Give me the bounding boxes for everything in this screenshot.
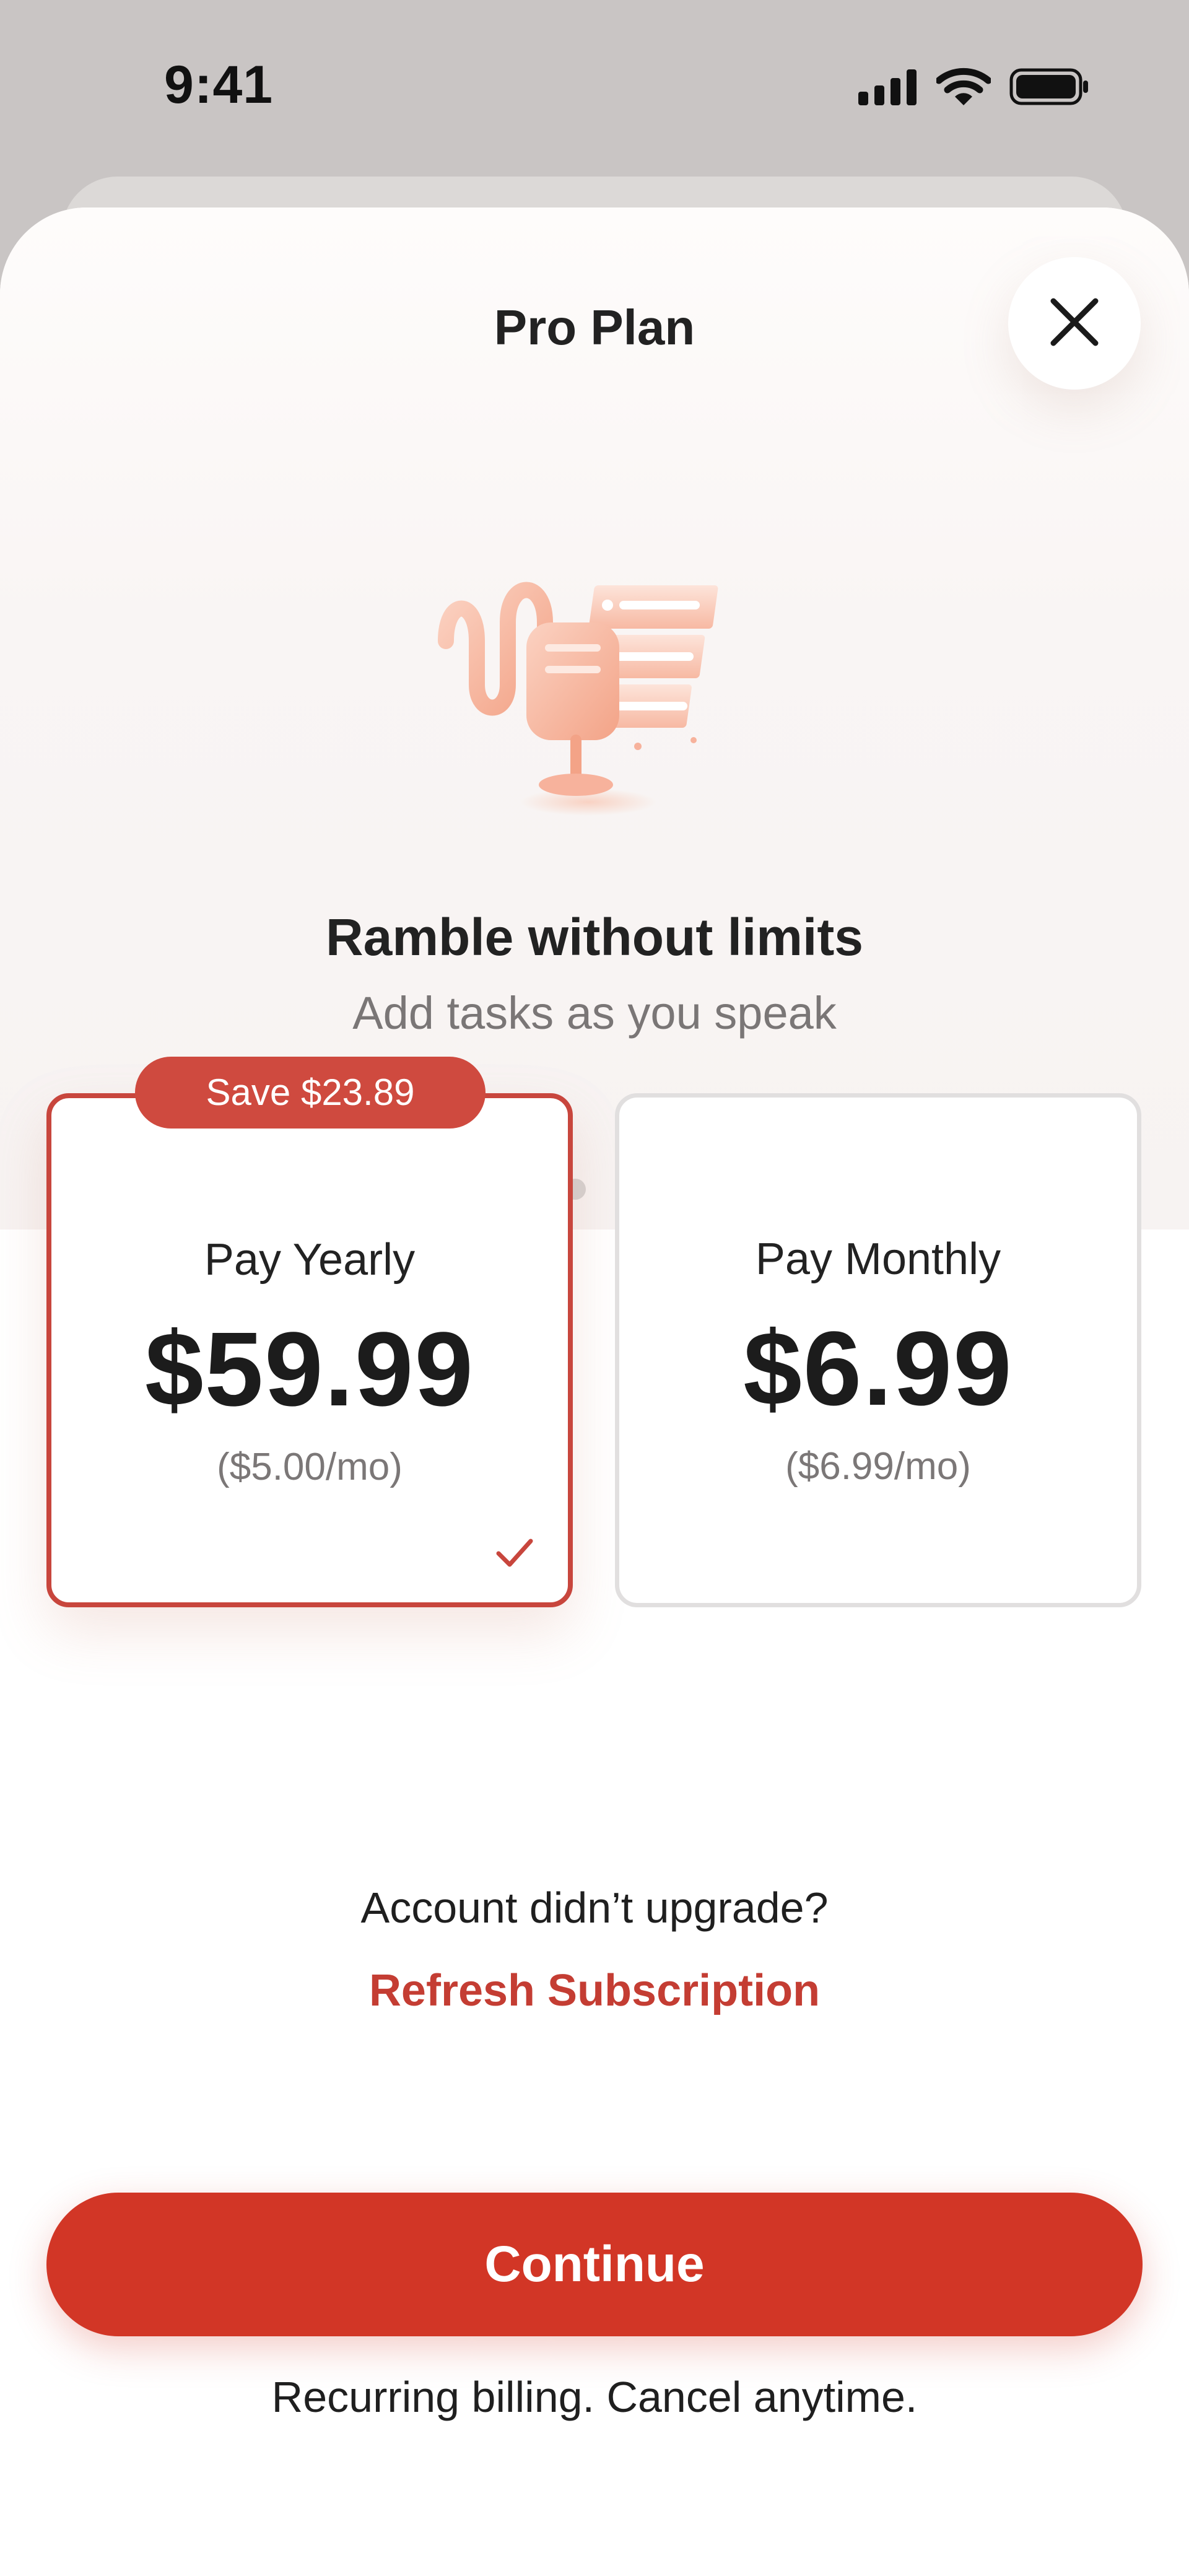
paywall-screen: 9:41 Pro Plan Ramble without limits Add … (0, 0, 1189, 2576)
plan-price: $6.99 (743, 1310, 1013, 1428)
plan-per-month: ($5.00/mo) (217, 1446, 403, 1488)
plan-card-monthly[interactable]: Pay Monthly $6.99 ($6.99/mo) (615, 1093, 1141, 1607)
continue-button[interactable]: Continue (46, 2193, 1143, 2336)
feature-title: Ramble without limits (325, 908, 864, 966)
cellular-signal-icon (858, 68, 918, 108)
close-button[interactable] (1008, 257, 1141, 390)
status-icons (858, 67, 1090, 110)
plan-name: Pay Monthly (755, 1234, 1001, 1284)
microphone-tasks-illustration (433, 542, 756, 864)
plan-per-month: ($6.99/mo) (785, 1445, 971, 1488)
upgrade-question: Account didn’t upgrade? (360, 1884, 829, 1932)
feature-subtitle: Add tasks as you speak (352, 987, 837, 1039)
plan-name: Pay Yearly (204, 1235, 416, 1285)
battery-icon (1009, 67, 1090, 110)
billing-note: Recurring billing. Cancel anytime. (271, 2373, 918, 2421)
plan-price: $59.99 (145, 1311, 474, 1428)
checkmark-icon (492, 1530, 537, 1574)
wifi-icon (935, 67, 992, 110)
close-icon (1045, 292, 1104, 355)
status-bar: 9:41 (0, 0, 1189, 173)
plan-card-yearly[interactable]: Pay Yearly $59.99 ($5.00/mo) (46, 1093, 573, 1607)
savings-badge: Save $23.89 (135, 1057, 486, 1129)
status-time: 9:41 (164, 55, 274, 115)
refresh-subscription-link[interactable]: Refresh Subscription (0, 1965, 1189, 2016)
